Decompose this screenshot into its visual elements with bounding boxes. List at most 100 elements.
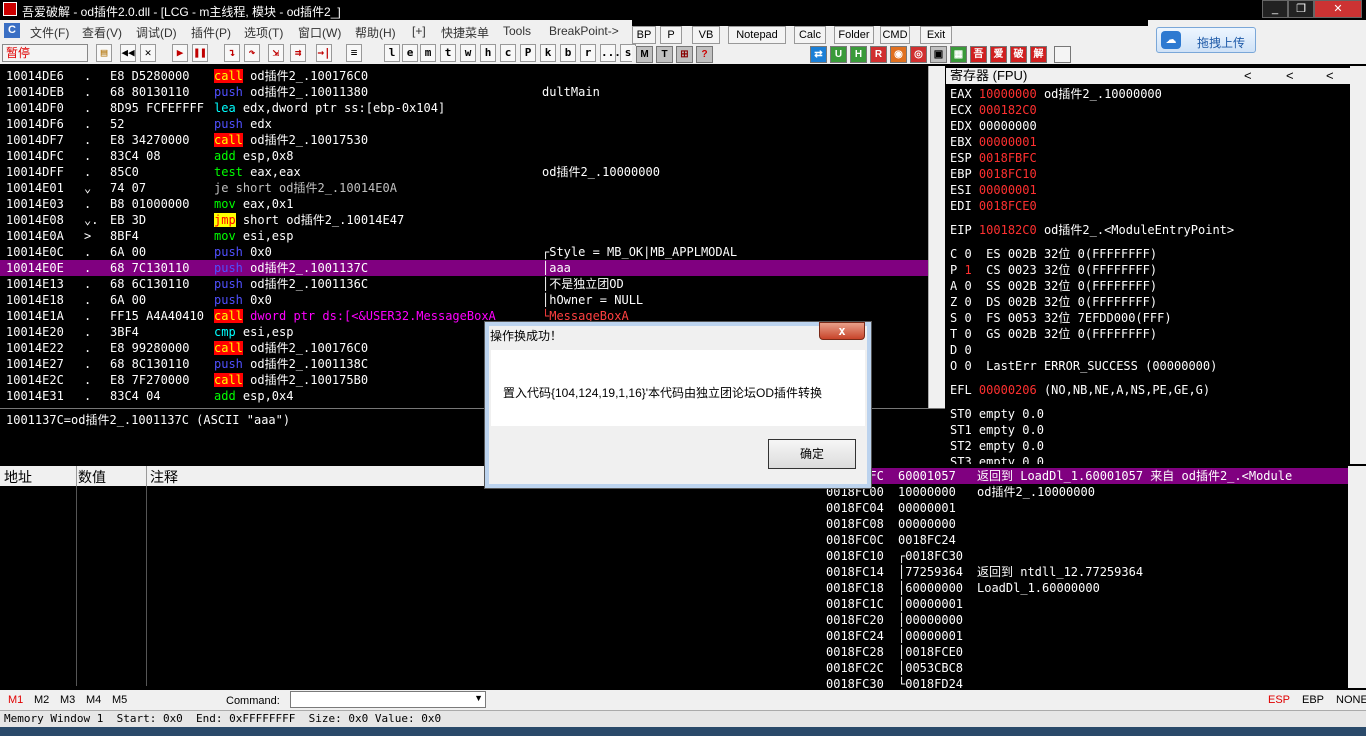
stack-row[interactable]: 0018FC0C 0018FC24 — [820, 532, 1348, 548]
disasm-row[interactable]: 10014DF0. 8D95 FCFEFFFF lea edx,dword ptr … — [0, 100, 928, 116]
run-icon[interactable]: ▶ — [172, 44, 188, 62]
disasm-row[interactable]: 10014DEB. 68 80130110 push od插件2_.10011380… — [0, 84, 928, 100]
minimize-icon[interactable]: _ — [1262, 0, 1288, 18]
stack-scrollbar[interactable] — [1348, 466, 1366, 688]
registers-scrollbar[interactable] — [1350, 66, 1366, 464]
esp-button[interactable]: ESP — [1268, 694, 1290, 706]
badge-wu[interactable]: 吾 — [970, 46, 987, 63]
goto-icon[interactable]: ≡ — [346, 44, 362, 62]
chevron-down-icon[interactable]: ▼ — [474, 693, 483, 703]
plugin-u-icon[interactable]: U — [830, 46, 847, 63]
disasm-row[interactable]: 10014E01 ⌄ 74 07 je short od插件2_.10014E0A — [0, 180, 928, 196]
fpu-row[interactable]: ST3 empty 0.0 — [950, 454, 1044, 464]
register-row[interactable]: ESI 00000001 — [950, 182, 1044, 198]
plugin-t-icon[interactable]: T — [656, 46, 673, 63]
efl-row[interactable]: EFL 00000206 (NO,NB,NE,A,NS,PE,GE,G) — [950, 382, 1210, 398]
tool-l-button[interactable]: l — [384, 44, 400, 62]
flag-row[interactable]: T 0 GS 002B 32位 0(FFFFFFFF) — [950, 326, 1157, 342]
menu-tools[interactable]: Tools — [503, 24, 531, 38]
trace-over-icon[interactable]: ⇉ — [290, 44, 306, 62]
stack-row[interactable]: 0018FC18 │60000000 LoadDl_1.60000000 — [820, 580, 1348, 596]
restart-icon[interactable]: ◀◀ — [120, 44, 136, 62]
register-row[interactable]: ESP 0018FBFC — [950, 150, 1044, 166]
calc-button[interactable]: Calc — [794, 26, 826, 44]
tab-m2[interactable]: M2 — [34, 694, 49, 706]
menu-window[interactable]: 窗口(W) — [298, 24, 341, 41]
none-button[interactable]: NONE — [1336, 694, 1366, 706]
disasm-row[interactable]: 10014E03. B8 01000000 mov eax,0x1 — [0, 196, 928, 212]
register-row[interactable]: ECX 000182C0 — [950, 102, 1044, 118]
plugin-image-icon[interactable]: ▣ — [930, 46, 947, 63]
flag-row[interactable]: S 0 FS 0053 32位 7EFDD000(FFF) — [950, 310, 1172, 326]
p-button[interactable]: P — [660, 26, 682, 44]
exit-button[interactable]: Exit — [920, 26, 952, 44]
disasm-row[interactable]: 10014E0A >8BF4 mov esi,esp — [0, 228, 928, 244]
tool-dots-button[interactable]: ... — [600, 44, 621, 62]
registers-header[interactable]: 寄存器 (FPU) < < < — [946, 68, 1350, 84]
stack-row[interactable]: 0018FC30 └0018FD24 — [820, 676, 1348, 688]
chevron-left-icon[interactable]: < — [1286, 68, 1294, 84]
pause-icon[interactable]: ❚❚ — [192, 44, 208, 62]
upload-button[interactable]: ☁ 拖拽上传 — [1156, 27, 1256, 53]
target-icon[interactable]: ◎ — [910, 46, 927, 63]
tool-p-button[interactable]: P — [520, 44, 536, 62]
register-row[interactable]: EDX 00000000 — [950, 118, 1044, 134]
dump-col-address[interactable]: 地址 — [4, 467, 32, 487]
disassembly-scrollbar[interactable] — [928, 66, 945, 408]
disasm-row[interactable]: 10014E0E. 68 7C130110 push od插件2_.1001137C… — [0, 260, 928, 276]
menu-view[interactable]: 查看(V) — [82, 24, 122, 41]
stack-row[interactable]: 0018FC10 ┌0018FC30 — [820, 548, 1348, 564]
blank-icon[interactable] — [1054, 46, 1071, 63]
menu-file[interactable]: 文件(F) — [30, 24, 69, 41]
flag-row[interactable]: O 0 LastErr ERROR_SUCCESS (00000000) — [950, 358, 1217, 374]
tab-m1[interactable]: M1 — [8, 694, 23, 706]
dump-col-value[interactable]: 数值 — [78, 467, 106, 487]
notepad-button[interactable]: Notepad — [728, 26, 786, 44]
tool-m-button[interactable]: m — [420, 44, 436, 62]
disasm-row[interactable]: 10014E13. 68 6C130110 push od插件2_.1001136C… — [0, 276, 928, 292]
disasm-row[interactable]: 10014DFC. 83C4 08 add esp,0x8 — [0, 148, 928, 164]
disasm-row[interactable]: 10014DFF. 85C0 test eax,eax od插件2_.10000000 — [0, 164, 928, 180]
dialog-ok-button[interactable]: 确定 — [768, 439, 856, 469]
tool-e-button[interactable]: e — [402, 44, 418, 62]
dialog-close-button[interactable]: x — [819, 322, 865, 340]
stack-row[interactable]: 0018FC20 │00000000 — [820, 612, 1348, 628]
disasm-row[interactable]: 10014DF6. 52 push edx — [0, 116, 928, 132]
registers-pane[interactable]: 寄存器 (FPU) < < < EAX 10000000 od插件2_.1000… — [946, 66, 1350, 464]
register-row[interactable]: EBP 0018FC10 — [950, 166, 1044, 182]
disasm-row[interactable]: 10014DE6. E8 D5280000 call od插件2_.100176C0 — [0, 68, 928, 84]
menu-shortcut[interactable]: 快捷菜单 — [441, 24, 489, 41]
badge-jie[interactable]: 解 — [1030, 46, 1047, 63]
plugin-circle-icon[interactable]: ◉ — [890, 46, 907, 63]
maximize-icon[interactable]: ❐ — [1288, 0, 1314, 18]
stack-row[interactable]: 0018FC14 │77259364 返回到 ntdll_12.77259364 — [820, 564, 1348, 580]
plugin-grid-icon[interactable]: ⊞ — [676, 46, 693, 63]
flag-row[interactable]: P 1 CS 0023 32位 0(FFFFFFFF) — [950, 262, 1157, 278]
plugin-h-icon[interactable]: H — [850, 46, 867, 63]
disasm-row[interactable]: 10014DF7. E8 34270000 call od插件2_.10017530 — [0, 132, 928, 148]
refresh-icon[interactable]: ⇄ — [810, 46, 827, 63]
tool-k-button[interactable]: k — [540, 44, 556, 62]
flag-row[interactable]: C 0 ES 002B 32位 0(FFFFFFFF) — [950, 246, 1157, 262]
trace-into-icon[interactable]: ⇲ — [268, 44, 284, 62]
tool-h-button[interactable]: h — [480, 44, 496, 62]
ebp-button[interactable]: EBP — [1302, 694, 1324, 706]
stack-row[interactable]: 0018FC04 00000001 — [820, 500, 1348, 516]
plugin-table-icon[interactable]: ▦ — [950, 46, 967, 63]
system-menu-icon[interactable]: C — [4, 23, 20, 38]
step-into-icon[interactable]: ↴ — [224, 44, 240, 62]
folder-button[interactable]: Folder — [834, 26, 874, 44]
register-row[interactable]: EBX 00000001 — [950, 134, 1044, 150]
help-icon[interactable]: ? — [696, 46, 713, 63]
tool-b-button[interactable]: b — [560, 44, 576, 62]
stack-row[interactable]: 0018FC24 │00000001 — [820, 628, 1348, 644]
disasm-row[interactable]: 10014E0C. 6A 00 push 0x0 ┌Style = MB_OK|MB_… — [0, 244, 928, 260]
flag-row[interactable]: A 0 SS 002B 32位 0(FFFFFFFF) — [950, 278, 1157, 294]
register-row[interactable]: EAX 10000000 od插件2_.10000000 — [950, 86, 1162, 102]
memory-dump-pane[interactable] — [0, 486, 818, 686]
close-icon[interactable]: ✕ — [1314, 0, 1362, 18]
menu-options[interactable]: 选项(T) — [244, 24, 283, 41]
badge-po[interactable]: 破 — [1010, 46, 1027, 63]
register-row[interactable]: EDI 0018FCE0 — [950, 198, 1044, 214]
stack-pane[interactable]: 0018FBFC60001057返回到 LoadDl_1.60001057 来自… — [820, 466, 1348, 688]
